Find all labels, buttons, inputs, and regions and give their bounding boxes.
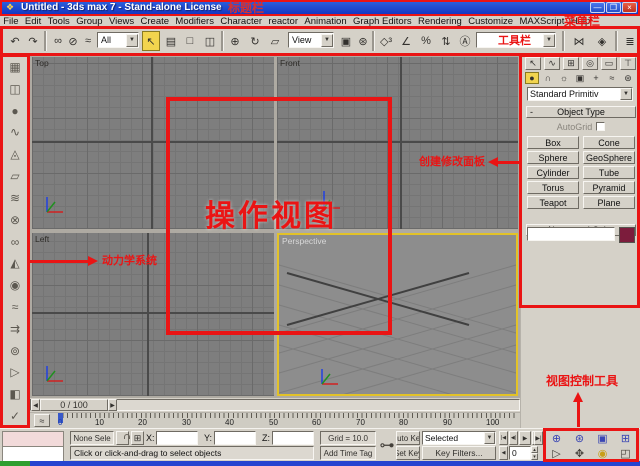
annotation-box-toolbar (0, 26, 640, 56)
key-filters-button[interactable]: Key Filters... (422, 446, 496, 460)
chevron-down-icon[interactable]: ▼ (484, 432, 495, 444)
tick-label: 50 (269, 418, 278, 427)
menu-reactor[interactable]: reactor (265, 16, 301, 27)
selection-set-dropdown[interactable]: Selected ▼ (422, 431, 496, 445)
annotation-arrow-shaft (577, 401, 580, 427)
viewport-top-label[interactable]: Top (35, 58, 49, 68)
frame-indicator-label: 0 (58, 418, 63, 427)
tick-label: 30 (182, 418, 191, 427)
y-coordinate-field[interactable] (214, 431, 256, 445)
menu-edit[interactable]: Edit (22, 16, 45, 27)
annotation-toolbar: 工具栏 (498, 35, 531, 47)
previous-frame-button[interactable]: ◀| (509, 431, 518, 445)
key-icon: ⊶ (379, 437, 395, 454)
menu-animation[interactable]: Animation (301, 16, 350, 27)
track-bar[interactable]: ≈ 0 10 20 30 40 50 60 70 80 90 100 (30, 412, 520, 429)
axis-tripod (46, 197, 63, 213)
annotation-box-reactor-toolbar (0, 54, 30, 428)
annotation-dynamics-system: 动力学系统 (102, 255, 157, 267)
annotation-box-title-bar (0, 0, 640, 16)
menu-create[interactable]: Create (137, 16, 172, 27)
annotation-view-controls: 视图控制工具 (546, 374, 619, 388)
auto-key-button[interactable]: Auto Key (396, 431, 420, 445)
add-time-tag[interactable]: Add Time Tag (320, 446, 376, 460)
selection-set-value: Selected (425, 433, 459, 443)
axis-tripod (46, 366, 63, 382)
annotation-arrow-shaft (30, 260, 90, 263)
tick-label: 90 (443, 418, 452, 427)
progress-strip (0, 461, 30, 466)
menu-customize[interactable]: Customize (465, 16, 516, 27)
annotation-menu-bar: 菜单栏 (564, 14, 601, 28)
grid-axis (151, 57, 153, 229)
menu-group[interactable]: Group (73, 16, 106, 27)
menu-rendering[interactable]: Rendering (415, 16, 465, 27)
time-slider-back-button[interactable]: ◀ (31, 399, 40, 411)
time-slider-handle[interactable]: 0 / 100 (40, 399, 108, 411)
menu-graph-editors[interactable]: Graph Editors (350, 16, 415, 27)
menu-character[interactable]: Character (217, 16, 265, 27)
absolute-offset-toggle[interactable]: ⊞ (131, 431, 144, 445)
y-label: Y: (204, 433, 213, 443)
tick-label: 20 (138, 418, 147, 427)
3ds-max-window: ❖ Untitled - 3ds max 7 - Stand-alone Lic… (0, 0, 640, 466)
set-key-button[interactable]: Set Key (396, 446, 420, 460)
annotation-arrow-shaft (497, 161, 519, 164)
prompt-line: Click or click-and-drag to select object… (70, 446, 314, 460)
track-bar-ruler[interactable]: 0 10 20 30 40 50 60 70 80 90 100 (58, 413, 518, 429)
tick-label: 70 (356, 418, 365, 427)
z-label: Z: (262, 433, 270, 443)
spinner-up-icon[interactable]: ▴ (531, 446, 538, 453)
annotation-create-modify-panel: 创建修改面板 (419, 156, 485, 168)
z-coordinate-field[interactable] (272, 431, 314, 445)
menu-views[interactable]: Views (106, 16, 138, 27)
grid-size-status: Grid = 10.0 (320, 431, 376, 445)
x-coordinate-field[interactable] (156, 431, 198, 445)
go-to-end-button[interactable]: ▶| (534, 431, 543, 445)
tick-label: 10 (95, 418, 104, 427)
menu-maxscript[interactable]: MAXScript (516, 16, 567, 27)
viewport-left-label[interactable]: Left (35, 234, 49, 244)
menu-tools[interactable]: Tools (44, 16, 73, 27)
annotation-operate-viewport: 操作视图 (205, 200, 337, 233)
tick-label: 100 (486, 418, 500, 427)
grid-axis (400, 57, 402, 229)
annotation-arrowhead (88, 256, 98, 266)
annotation-title-bar: 标题栏 (228, 1, 265, 15)
tick-label: 60 (312, 418, 321, 427)
spinner-down-icon[interactable]: ▾ (531, 453, 538, 460)
time-slider-row: ◀ 0 / 100 ▶ (30, 398, 520, 412)
time-slider-forward-button[interactable]: ▶ (108, 399, 117, 411)
mini-curve-editor-icon[interactable]: ≈ (34, 414, 50, 427)
menu-file[interactable]: File (0, 16, 22, 27)
axis-tripod (321, 369, 338, 385)
maxscript-listener-input[interactable] (2, 446, 64, 462)
tick-label: 40 (225, 418, 234, 427)
menu-modifiers[interactable]: Modifiers (172, 16, 217, 27)
current-frame-field[interactable]: 0 (509, 446, 531, 460)
selection-status: None Sele (70, 431, 114, 445)
x-label: X: (146, 433, 155, 443)
annotation-box-command-panel (519, 54, 640, 308)
viewport-front-label[interactable]: Front (280, 58, 300, 68)
frame-spinner[interactable]: ▴ ▾ (531, 446, 538, 460)
annotation-box-nav-controls (543, 428, 639, 462)
selection-lock-toggle[interactable] (116, 431, 130, 445)
play-button[interactable]: ▶ (519, 431, 531, 445)
key-mode-toggle[interactable]: ◀ (499, 446, 508, 460)
tick-label: 80 (399, 418, 408, 427)
maxscript-listener-macro[interactable] (2, 431, 64, 447)
go-to-start-button[interactable]: |◀ (499, 431, 508, 445)
